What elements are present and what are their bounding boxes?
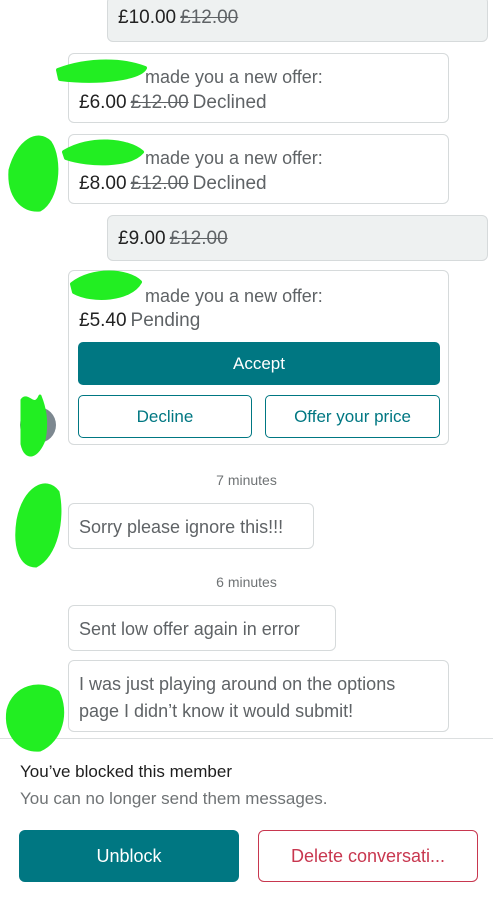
message-bubble: Sorry please ignore this!!! bbox=[68, 503, 314, 549]
member-avatar[interactable] bbox=[24, 700, 60, 736]
offer-price-line: £5.40 Pending bbox=[79, 308, 200, 334]
original-price: £12.00 bbox=[130, 92, 189, 113]
offer-status: Declined bbox=[192, 173, 267, 194]
message-text-line: page I didn’t know it would submit! bbox=[79, 701, 354, 721]
message-text: Sent low offer again in error bbox=[79, 619, 300, 639]
message-bubble: I was just playing around on the options… bbox=[68, 660, 449, 732]
unblock-button[interactable]: Unblock bbox=[19, 830, 239, 882]
message-text: Sorry please ignore this!!! bbox=[79, 517, 284, 537]
sent-offer-bubble: £9.00 £12.00 bbox=[107, 215, 488, 261]
offer-sender-text: made you a new offer: bbox=[145, 67, 323, 87]
offer-price: £6.00 bbox=[79, 92, 127, 113]
accept-offer-button[interactable]: Accept bbox=[78, 342, 440, 385]
offer-price: £9.00 bbox=[118, 228, 166, 249]
offer-sender-text: made you a new offer: bbox=[145, 148, 323, 168]
message-timestamp: 7 minutes bbox=[216, 472, 277, 488]
offer-your-price-button[interactable]: Offer your price bbox=[265, 395, 440, 438]
offer-price: £8.00 bbox=[79, 173, 127, 194]
decline-offer-button[interactable]: Decline bbox=[78, 395, 252, 438]
original-price: £12.00 bbox=[180, 7, 239, 28]
offer-price-line: £6.00 £12.00 Declined bbox=[79, 90, 267, 116]
original-price: £12.00 bbox=[169, 228, 228, 249]
message-bubble: Sent low offer again in error bbox=[68, 605, 336, 651]
offer-price-line: £9.00 £12.00 bbox=[118, 226, 228, 252]
sent-offer-bubble: £10.00 £12.00 bbox=[107, 0, 488, 42]
offer-price-line: £8.00 £12.00 Declined bbox=[79, 171, 267, 197]
original-price: £12.00 bbox=[130, 173, 189, 194]
offer-status: Pending bbox=[130, 310, 201, 331]
member-avatar[interactable] bbox=[20, 407, 56, 443]
offer-price: £10.00 bbox=[118, 7, 177, 28]
offer-sender-text: made you a new offer: bbox=[145, 286, 323, 306]
delete-conversation-button[interactable]: Delete conversati... bbox=[258, 830, 478, 882]
blocked-title: You’ve blocked this member bbox=[20, 762, 232, 781]
offer-price-line: £10.00 £12.00 bbox=[118, 5, 238, 31]
blocked-subtitle: You can no longer send them messages. bbox=[20, 789, 328, 808]
divider bbox=[0, 738, 493, 739]
pending-offer-card: made you a new offer: £5.40 Pending Accep… bbox=[68, 270, 449, 445]
received-offer-bubble: made you a new offer: £6.00 £12.00 Decline… bbox=[68, 53, 449, 123]
offer-price: £5.40 bbox=[79, 310, 127, 331]
message-timestamp: 6 minutes bbox=[216, 574, 277, 590]
offer-status: Declined bbox=[192, 92, 267, 113]
received-offer-bubble: made you a new offer: £8.00 £12.00 Decline… bbox=[68, 134, 449, 204]
message-text-line: I was just playing around on the options bbox=[79, 674, 396, 694]
